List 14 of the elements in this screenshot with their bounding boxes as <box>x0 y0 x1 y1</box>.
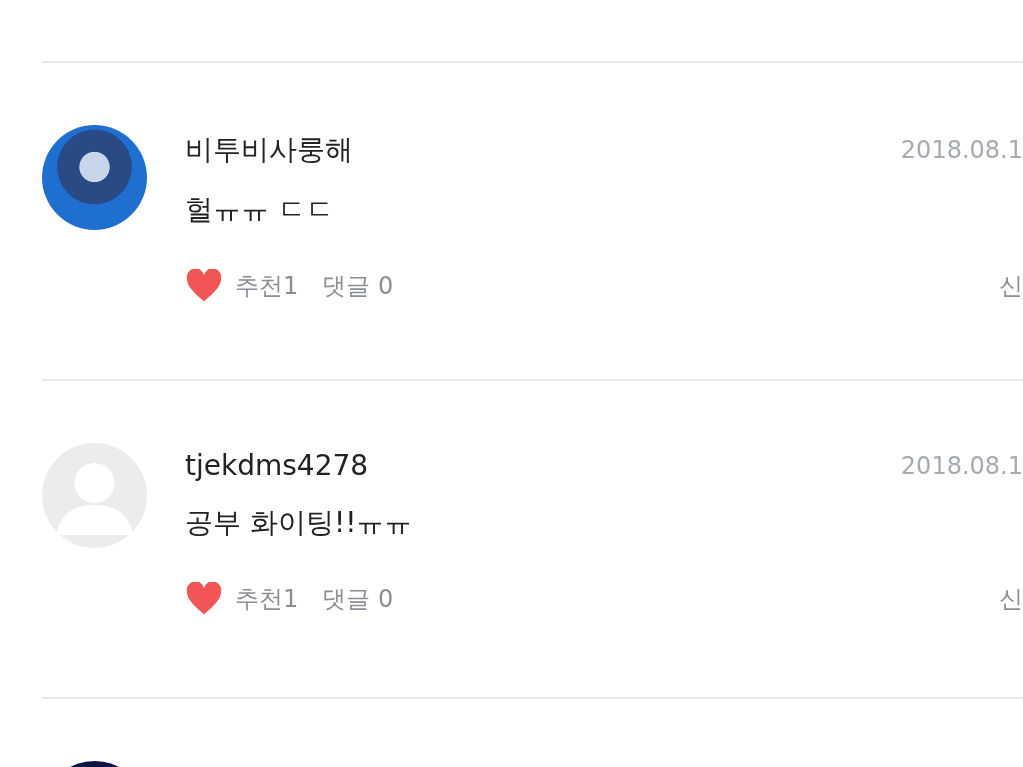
comment-date: 2018.08.1 <box>900 136 1023 164</box>
heart-icon[interactable] <box>185 269 223 303</box>
reply-count[interactable]: 댓글 0 <box>322 583 394 615</box>
reply-count[interactable]: 댓글 0 <box>322 270 394 302</box>
report-link[interactable]: 신 <box>999 270 1023 302</box>
report-link[interactable]: 신 <box>999 583 1023 615</box>
like-count[interactable]: 추천1 <box>235 270 299 302</box>
like-count[interactable]: 추천1 <box>235 583 299 615</box>
comment-text: 공부 화이팅!!ㅠㅠ <box>185 505 414 541</box>
comment-author[interactable]: tjekdms4278 <box>185 449 369 482</box>
comment-date: 2018.08.1 <box>900 451 1023 480</box>
comment-author[interactable]: 비투비사룽해 <box>185 131 353 169</box>
comment-text: 헐ㅠㅠ ㄷㄷ <box>185 192 335 228</box>
heart-icon[interactable] <box>185 582 223 616</box>
